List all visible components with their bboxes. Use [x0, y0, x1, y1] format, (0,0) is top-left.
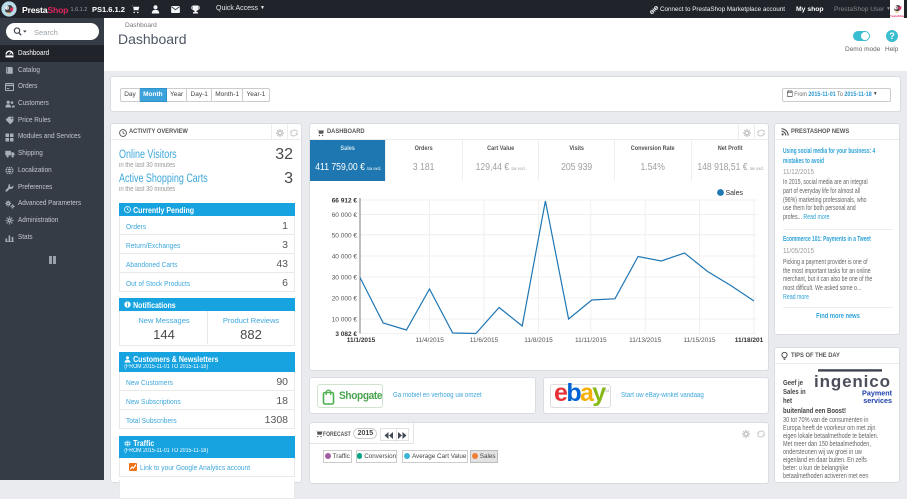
svg-text:66 912 €: 66 912 € [332, 198, 358, 205]
svg-text:20 000 €: 20 000 € [332, 296, 358, 303]
svg-text:services: services [863, 396, 892, 403]
svg-text:11/1/2015: 11/1/2015 [347, 337, 376, 344]
svg-text:11/4/2015: 11/4/2015 [415, 337, 444, 344]
svg-text:11/11/2015: 11/11/2015 [575, 337, 607, 344]
svg-text:30 000 €: 30 000 € [332, 275, 358, 282]
svg-text:10 000 €: 10 000 € [332, 317, 358, 324]
svg-text:50 000 €: 50 000 € [332, 232, 358, 239]
svg-text:11/18/201: 11/18/201 [735, 337, 764, 344]
svg-text:11/6/2015: 11/6/2015 [470, 337, 499, 344]
svg-text:11/13/2015: 11/13/2015 [629, 337, 661, 344]
svg-text:60 000 €: 60 000 € [332, 212, 358, 219]
svg-text:PrestaShop: PrestaShop [890, 14, 904, 18]
svg-text:11/8/2015: 11/8/2015 [524, 337, 553, 344]
svg-text:40 000 €: 40 000 € [332, 254, 358, 261]
svg-text:Sales: Sales [726, 190, 744, 197]
svg-text:11/15/2015: 11/15/2015 [683, 337, 715, 344]
